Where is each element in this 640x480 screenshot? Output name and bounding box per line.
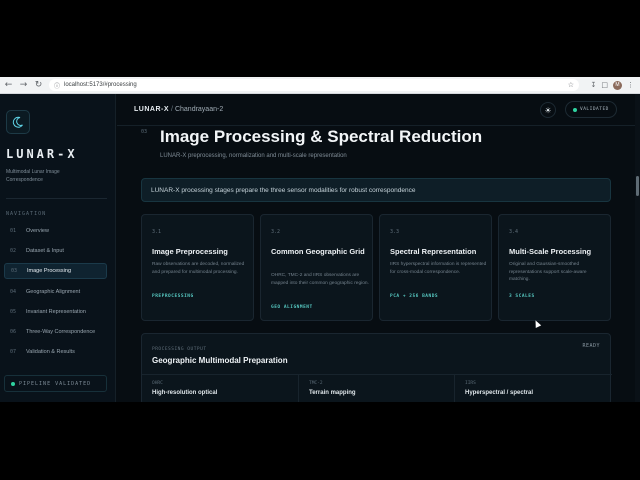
crescent-moon-icon-svg: [12, 116, 23, 128]
panel-status: READY: [582, 343, 600, 349]
back-icon[interactable]: ←: [2, 79, 15, 92]
card-tag: PCA + 256 BANDS: [390, 294, 439, 299]
card-description: Raw observations are decoded, normalized…: [152, 262, 245, 275]
crescent-moon-icon[interactable]: [6, 110, 30, 134]
app-viewport: LUNAR-X Multimodal Lunar Image Correspon…: [0, 94, 640, 402]
sidebar-item-dataset[interactable]: 02 Dataset & Input: [4, 243, 107, 259]
extensions-icon[interactable]: □: [601, 81, 608, 89]
panel-label: PROCESSING OUTPUT: [152, 347, 207, 352]
modality-value: Terrain mapping: [309, 390, 356, 396]
card-spectral-representation[interactable]: 3.3 Spectral Representation IIRS hypersp…: [379, 214, 492, 321]
site-info-icon[interactable]: ⓘ: [54, 81, 60, 90]
nav-item-label: Validation & Results: [26, 349, 75, 355]
nav-heading: NAVIGATION: [6, 211, 47, 217]
banner-text: LUNAR-X processing stages prepare the th…: [151, 186, 416, 194]
modality-key: TMC-2: [309, 381, 323, 386]
nav-item-number: 05: [10, 309, 17, 315]
card-title: Image Preprocessing: [152, 247, 228, 256]
sidebar-item-image-processing[interactable]: 03 Image Processing: [4, 263, 107, 279]
card-common-geographic-grid[interactable]: 3.2 Common Geographic Grid OHRC, TMC-2 a…: [260, 214, 373, 321]
topbar: LUNAR-X / Chandrayaan-2 ☀ VALIDATED: [117, 94, 640, 126]
card-title: Spectral Representation: [390, 247, 477, 256]
card-title: Common Geographic Grid: [271, 247, 365, 256]
address-bar[interactable]: ⓘ localhost:5173/#processing ☆: [49, 79, 579, 91]
card-description: Original and Gaussian-smoothed represent…: [509, 262, 587, 282]
scrollbar-thumb[interactable]: [636, 176, 639, 196]
modality-value: Hyperspectral / spectral: [465, 390, 534, 396]
main-content: 03 Image Processing & Spectral Reduction…: [117, 127, 635, 402]
breadcrumb-page: Chandrayaan-2: [174, 106, 224, 113]
modality-key: OHRC: [152, 381, 163, 386]
bookmark-star-icon[interactable]: ☆: [568, 81, 574, 89]
modality-column-ohrc: OHRC High-resolution optical: [142, 374, 299, 402]
card-image-preprocessing[interactable]: 3.1 Image Preprocessing Raw observations…: [141, 214, 254, 321]
validated-badge: VALIDATED: [565, 101, 617, 118]
card-number: 3.2: [271, 229, 281, 235]
nav-item-label: Overview: [26, 228, 49, 234]
processing-output-panel: PROCESSING OUTPUT Geographic Multimodal …: [141, 333, 612, 402]
section-number: 03: [141, 129, 148, 135]
reload-icon[interactable]: ↻: [32, 79, 45, 92]
nav-item-number: 04: [10, 289, 17, 295]
card-tag: GEO ALIGNMENT: [271, 305, 313, 310]
nav-item-number: 07: [10, 349, 17, 355]
card-number: 3.4: [509, 229, 519, 235]
card-description: IIRS hyperspectral information is repres…: [390, 262, 487, 275]
card-tag: PREPROCESSING: [152, 294, 194, 299]
pipeline-status-badge: PIPELINE VALIDATED: [4, 375, 107, 392]
panel-title: Geographic Multimodal Preparation: [152, 356, 288, 365]
card-multi-scale-processing[interactable]: 3.4 Multi-Scale Processing Original and …: [498, 214, 611, 321]
pipeline-status-text: PIPELINE VALIDATED: [19, 380, 92, 387]
download-icon[interactable]: ↧: [591, 81, 597, 89]
nav-item-label: Three-Way Correspondence: [26, 329, 96, 335]
card-description: OHRC, TMC-2 and IIRS observations are ma…: [271, 273, 369, 286]
nav-item-number: 06: [10, 329, 17, 335]
card-number: 3.1: [152, 229, 162, 235]
page-scrollbar[interactable]: [635, 94, 640, 402]
info-banner: LUNAR-X processing stages prepare the th…: [141, 178, 611, 202]
nav-item-number: 03: [11, 268, 18, 274]
nav-item-number: 02: [10, 248, 17, 254]
nav-item-number: 01: [10, 228, 17, 234]
validated-text: VALIDATED: [580, 107, 609, 112]
sidebar-item-overview[interactable]: 01 Overview: [4, 223, 107, 239]
modality-key: IIRS: [465, 381, 476, 386]
browser-toolbar: ← → ↻ ⓘ localhost:5173/#processing ☆ ↧ □…: [0, 77, 640, 94]
sidebar-item-validation-results[interactable]: 07 Validation & Results: [4, 344, 107, 360]
nav-item-label: Invariant Representation: [26, 309, 86, 315]
modality-column-tmc2: TMC-2 Terrain mapping: [298, 374, 455, 402]
status-dot: [573, 107, 577, 112]
url-text: localhost:5173/#processing: [64, 82, 137, 88]
breadcrumb-separator: /: [171, 106, 173, 113]
modality-column-iirs: IIRS Hyperspectral / spectral: [454, 374, 611, 402]
sidebar-item-geographic-alignment[interactable]: 04 Geographic Alignment: [4, 284, 107, 300]
sidebar-item-three-way-correspondence[interactable]: 06 Three-Way Correspondence: [4, 324, 107, 340]
profile-avatar[interactable]: M: [613, 80, 622, 90]
page-title: Image Processing & Spectral Reduction: [160, 127, 483, 146]
card-number: 3.3: [390, 229, 400, 235]
sidebar-item-invariant-representation[interactable]: 05 Invariant Representation: [4, 304, 107, 320]
breadcrumb-app[interactable]: LUNAR-X: [134, 106, 169, 113]
screen: ← → ↻ ⓘ localhost:5173/#processing ☆ ↧ □…: [0, 0, 640, 480]
forward-icon[interactable]: →: [17, 79, 30, 92]
card-tag: 3 SCALES: [509, 294, 535, 299]
card-title: Multi-Scale Processing: [509, 247, 592, 256]
page-subtitle: LUNAR-X preprocessing, normalization and…: [160, 153, 347, 159]
nav-item-label: Dataset & Input: [26, 248, 64, 254]
sidebar: LUNAR-X Multimodal Lunar Image Correspon…: [0, 94, 116, 402]
brand-title: LUNAR-X: [6, 147, 78, 161]
nav-item-label: Image Processing: [27, 268, 72, 274]
status-dot: [11, 381, 15, 386]
modality-value: High-resolution optical: [152, 390, 218, 396]
sidebar-divider: [6, 198, 107, 199]
nav-item-label: Geographic Alignment: [26, 289, 81, 295]
sun-icon[interactable]: ☀: [540, 102, 556, 118]
brand-subtitle: Multimodal Lunar Image Correspondence: [6, 169, 60, 183]
browser-menu-icon[interactable]: ⋮: [627, 81, 634, 89]
